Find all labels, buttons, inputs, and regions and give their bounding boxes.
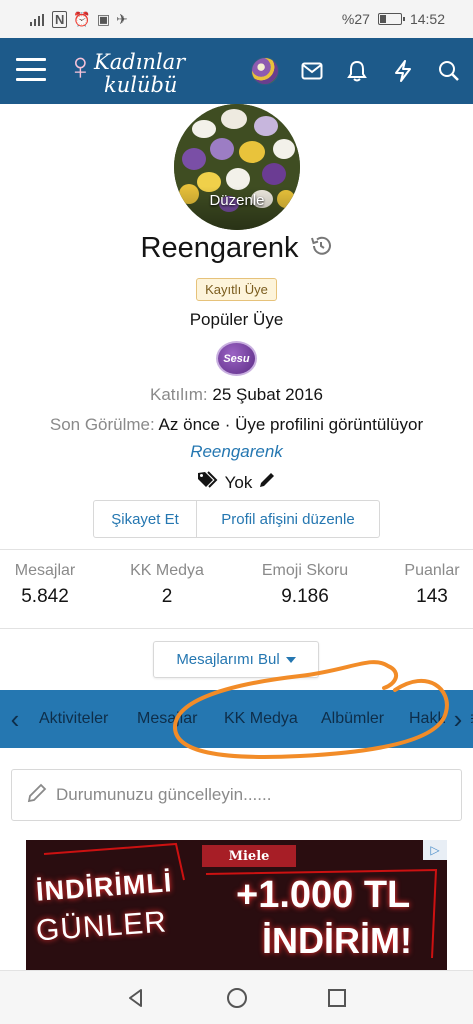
advertisement-banner[interactable]: Miele ▷ İNDİRİMLİ GÜNLER +1.000 TL İNDİR… [26,840,447,970]
ad-line3: +1.000 TL [236,874,411,916]
status-update-input[interactable]: Durumunuzu güncelleyin...... [11,769,462,821]
ad-line4: İNDİRİM! [262,920,412,961]
ad-brand-logo: Miele [202,845,296,867]
back-icon[interactable] [121,983,151,1013]
home-icon[interactable] [222,983,252,1013]
pencil-icon [26,782,48,809]
ad-choices-icon[interactable]: ▷ [423,840,447,860]
recents-icon[interactable] [322,983,352,1013]
system-nav-bar [0,970,473,1024]
status-placeholder: Durumunuzu güncelleyin...... [56,785,272,804]
